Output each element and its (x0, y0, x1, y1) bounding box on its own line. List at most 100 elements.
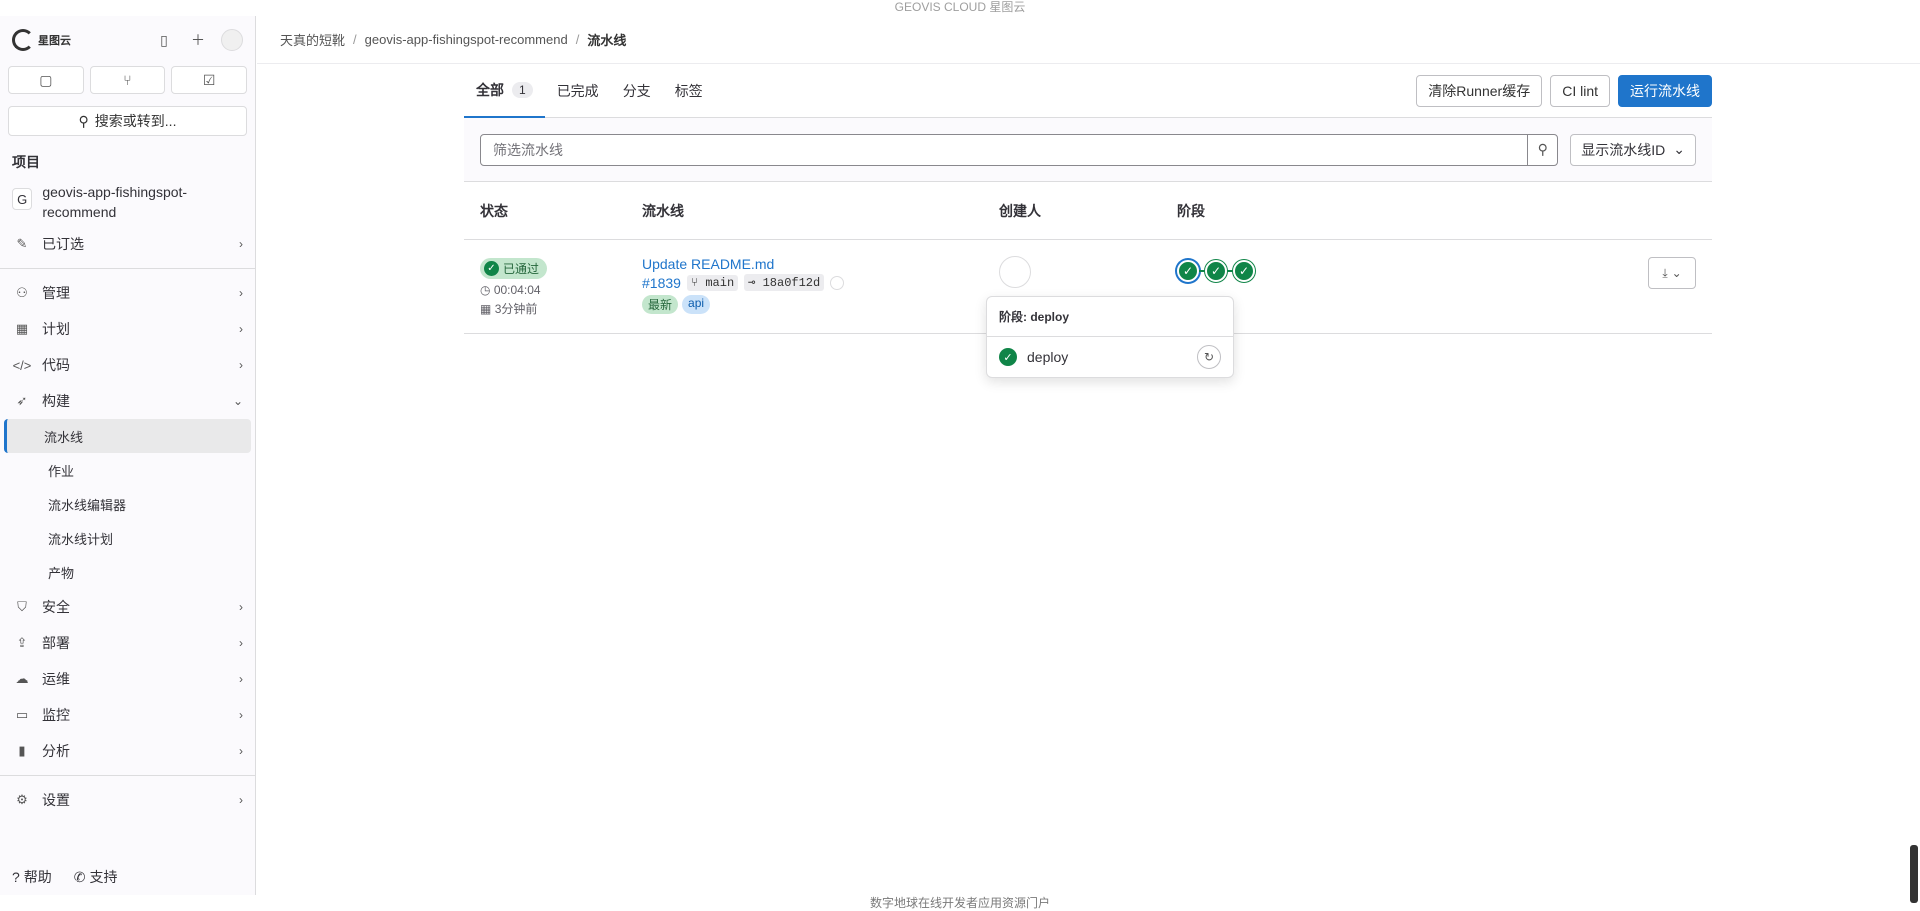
filter-input[interactable] (481, 134, 1528, 165)
chevron-right-icon: › (239, 286, 243, 300)
tab-all[interactable]: 全部 1 (464, 64, 545, 118)
sidebar-item-label: 监控 (42, 707, 70, 723)
header-pipeline: 流水线 (642, 202, 684, 219)
user-avatar[interactable] (221, 29, 243, 51)
filter-bar: ⚲ 显示流水线ID ⌄ (464, 118, 1712, 182)
branch-name: main (705, 275, 735, 290)
check-icon: ✓ (999, 348, 1017, 366)
users-icon: ⚇ (16, 285, 28, 300)
issues-button[interactable]: ▢ (8, 66, 84, 94)
deploy-icon: ⇪ (16, 635, 28, 650)
tab-tags[interactable]: 标签 (663, 64, 715, 118)
breadcrumb-project[interactable]: geovis-app-fishingspot-recommend (365, 32, 568, 47)
duration-value: 00:04:04 (493, 283, 541, 297)
sidebar-item-pinned[interactable]: ✎ 已订选 › (0, 226, 255, 262)
sidebar-subitem-jobs[interactable]: 作业 (4, 453, 251, 487)
finished-value: 3分钟前 (494, 302, 538, 316)
breadcrumb-current[interactable]: 流水线 (587, 30, 626, 49)
creator-avatar[interactable] (999, 256, 1031, 288)
tag-latest: 最新 (642, 295, 679, 314)
sidebar-item-label: 安全 (42, 599, 70, 615)
breadcrumb: 天真的短靴 / geovis-app-fishingspot-recommend… (257, 16, 1920, 64)
sidebar-item-plan[interactable]: ▦ 计划 › (0, 311, 255, 347)
pipelines-panel: 全部 1 已完成 分支 标签 清除Runner缓存 CI lint 运行流水线 … (464, 64, 1712, 334)
pipeline-id-link[interactable]: #1839 (642, 275, 681, 291)
branch-ref[interactable]: ⑂ main (686, 274, 739, 291)
sidebar-item-ops[interactable]: ☁ 运维 › (0, 661, 255, 697)
duration: ◷ 00:04:04 (480, 283, 642, 298)
commit-sha[interactable]: ⊸ 18a0f12d (744, 274, 825, 291)
logo[interactable]: 星图云 (12, 29, 71, 51)
tab-finished[interactable]: 已完成 (545, 64, 611, 118)
todos-button[interactable]: ☑ (171, 66, 248, 94)
stage-3-check-icon[interactable]: ✓ (1233, 260, 1255, 282)
download-icon: ⤓ (1662, 265, 1668, 280)
clear-cache-button[interactable]: 清除Runner缓存 (1416, 74, 1543, 107)
tab-label: 全部 (476, 81, 504, 98)
sidebar-item-monitor[interactable]: ▭ 监控 › (0, 697, 255, 733)
sidebar-item-settings[interactable]: ⚙ 设置 › (0, 782, 255, 818)
display-select-label: 显示流水线ID (1581, 141, 1666, 158)
chevron-right-icon: › (239, 358, 243, 372)
sidebar-item-manage[interactable]: ⚇ 管理 › (0, 275, 255, 311)
chevron-right-icon: › (239, 708, 243, 722)
search-icon: ⚲ (1537, 141, 1548, 157)
search-submit-button[interactable]: ⚲ (1527, 134, 1557, 165)
gear-icon: ⚙ (16, 792, 28, 807)
divider (0, 775, 255, 776)
divider (0, 268, 255, 269)
sidebar-item-analytics[interactable]: ▮ 分析 › (0, 733, 255, 769)
download-artifacts-button[interactable]: ⤓ ⌄ (1648, 257, 1696, 289)
search-label: 搜索或转到... (94, 113, 177, 129)
sidebar-item-deploy[interactable]: ⇪ 部署 › (0, 625, 255, 661)
sidebar-item-label: 已订选 (42, 236, 84, 252)
job-name: deploy (1027, 349, 1069, 365)
sidebar-item-label: 计划 (42, 321, 70, 337)
breadcrumb-separator: / (575, 32, 580, 47)
header-stages: 阶段 (1177, 202, 1205, 219)
display-select[interactable]: 显示流水线ID ⌄ (1570, 133, 1696, 166)
tab-branches[interactable]: 分支 (611, 64, 663, 118)
stage-graph: ✓ ✓ ✓ (1177, 260, 1712, 282)
sidebar-header: 星图云 ▯ ＋ (0, 16, 255, 64)
sidebar-subitem-schedules[interactable]: 流水线计划 (4, 521, 251, 555)
popover-job-item[interactable]: ✓ deploy ↻ (987, 337, 1233, 377)
chevron-right-icon: › (239, 237, 243, 251)
retry-icon[interactable]: ↻ (1197, 345, 1221, 369)
help-button[interactable]: ? 帮助 (12, 867, 52, 887)
merge-requests-button[interactable]: ⑂ (89, 66, 166, 94)
pipeline-title-link[interactable]: Update README.md (642, 256, 999, 272)
stage-2-check-icon[interactable]: ✓ (1205, 260, 1227, 282)
sidebar-item-build[interactable]: ➶ 构建 ⌄ (0, 383, 255, 419)
project-link[interactable]: G geovis-app-fishingspot-recommend (0, 178, 255, 226)
sidebar-item-code[interactable]: </> 代码 › (0, 347, 255, 383)
search-icon: ⚲ (78, 112, 89, 129)
branch-icon: ⑂ (690, 275, 699, 290)
tabs-row: 全部 1 已完成 分支 标签 清除Runner缓存 CI lint 运行流水线 (464, 64, 1712, 118)
sidebar-subitem-editor[interactable]: 流水线编辑器 (4, 487, 251, 521)
breadcrumb-group[interactable]: 天真的短靴 (280, 30, 345, 49)
cloud-icon: ☁ (15, 671, 29, 686)
plus-icon[interactable]: ＋ (187, 29, 209, 51)
support-button[interactable]: ✆ 支持 (74, 867, 118, 887)
logo-icon (12, 29, 34, 51)
commit-author-avatar[interactable] (830, 275, 845, 290)
run-pipeline-button[interactable]: 运行流水线 (1618, 74, 1712, 107)
merge-request-icon: ⑂ (123, 72, 132, 88)
sidebar-subitem-pipelines[interactable]: 流水线 (4, 419, 251, 453)
header-status: 状态 (480, 202, 508, 219)
chevron-down-icon: ⌄ (1673, 141, 1685, 157)
stage-1-check-icon[interactable]: ✓ (1177, 260, 1199, 282)
chevron-right-icon: › (239, 744, 243, 758)
app-title-bar: GEOVIS CLOUD 星图云 (0, 0, 1920, 16)
search-button[interactable]: ⚲ 搜索或转到... (8, 106, 247, 136)
support-label: 支持 (89, 869, 118, 885)
sidebar-item-security[interactable]: ⛉ 安全 › (0, 589, 255, 625)
chevron-right-icon: › (239, 793, 243, 807)
sidebar-subitem-artifacts[interactable]: 产物 (4, 555, 251, 589)
ci-lint-button[interactable]: CI lint (1550, 74, 1610, 107)
tag-api: api (682, 295, 711, 314)
toggle-sidebar-icon[interactable]: ▯ (153, 29, 175, 51)
status-badge[interactable]: ✓ 已通过 (480, 258, 548, 279)
help-icon: ? (12, 869, 20, 885)
